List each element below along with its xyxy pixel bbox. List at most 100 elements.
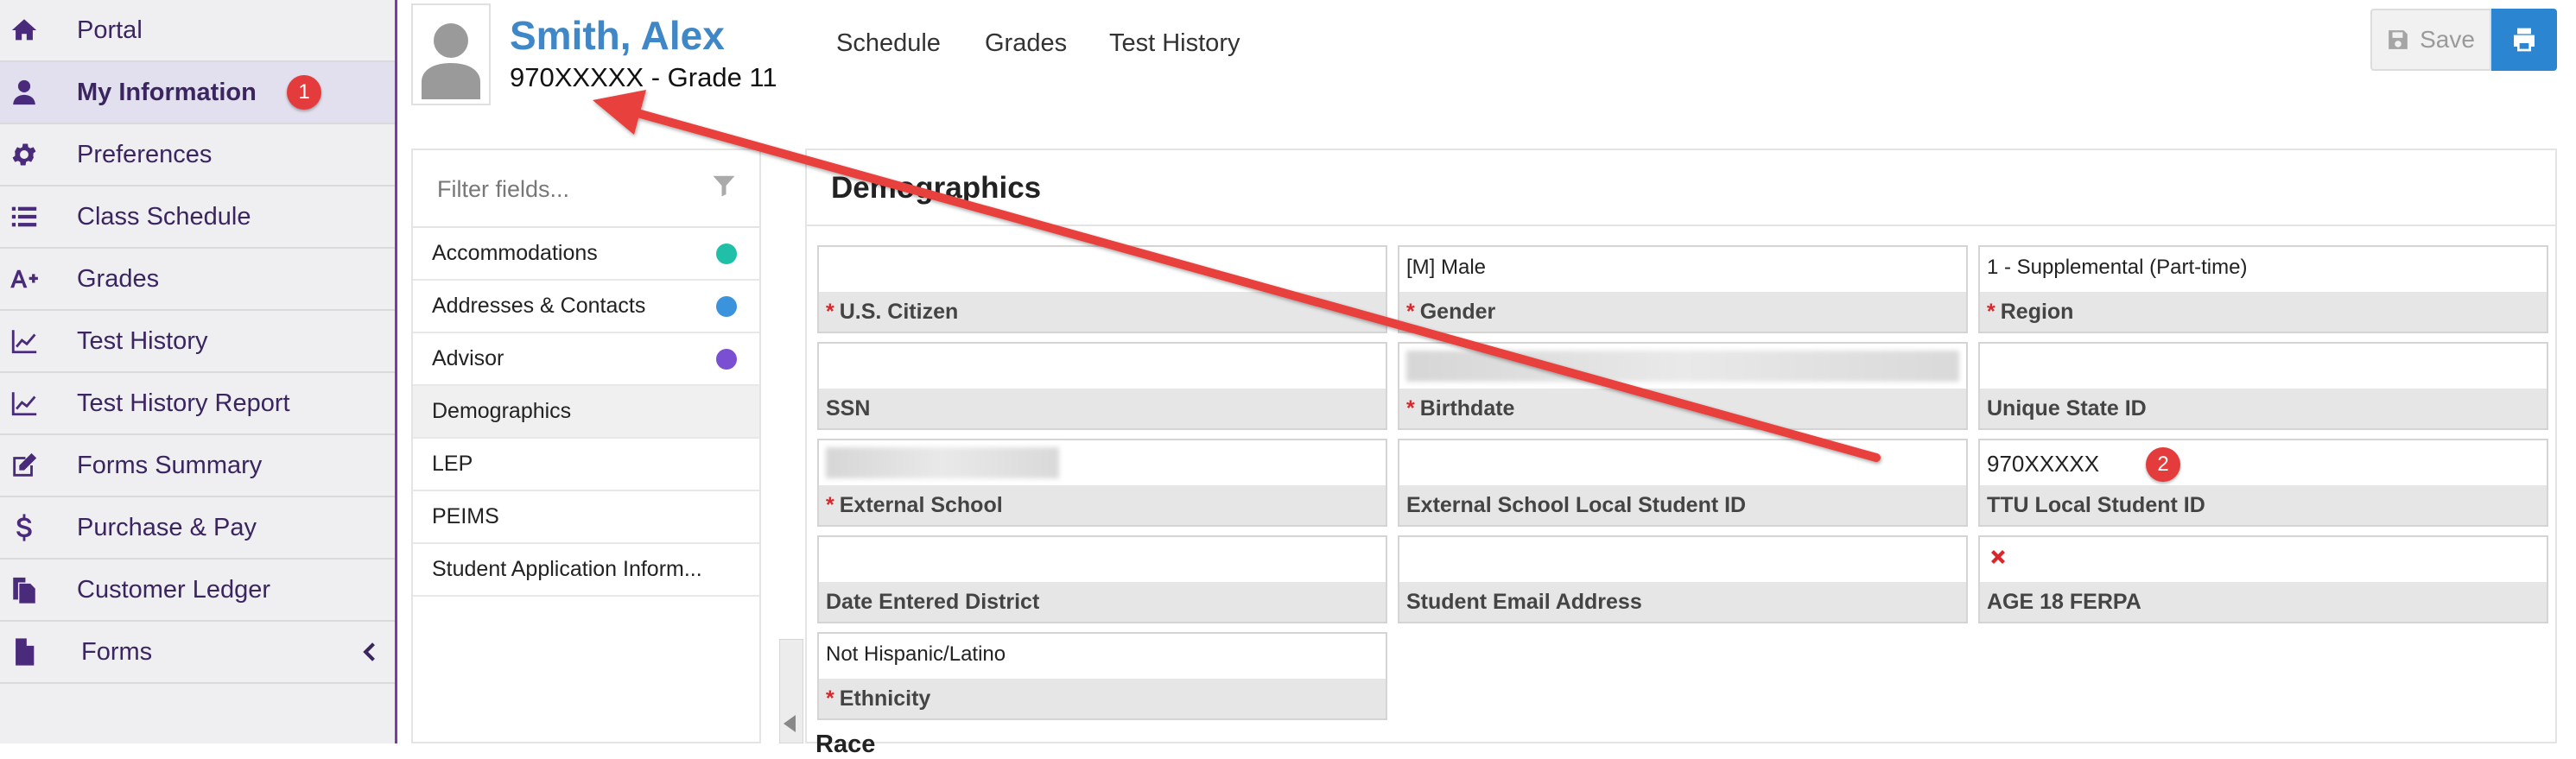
field-item-label: Addresses & Contacts (432, 294, 646, 318)
sidebar-item-label: Forms (81, 637, 153, 666)
field-item-label: PEIMS (432, 504, 499, 528)
field-date-entered-district[interactable]: Date Entered District (817, 535, 1387, 623)
student-name: Smith, Alex (510, 13, 725, 58)
filter-row (413, 150, 759, 228)
sidebar: Portal My Information 1 Preferences Clas… (0, 0, 397, 743)
race-section-title: Race (815, 731, 876, 758)
field-label: * External School (819, 485, 1386, 525)
sidebar-item-label: Purchase & Pay (77, 513, 257, 541)
field-item-addresses-contacts[interactable]: Addresses & Contacts (413, 281, 759, 333)
field-external-school-local-id[interactable]: External School Local Student ID (1398, 439, 1968, 527)
field-item-peims[interactable]: PEIMS (413, 491, 759, 544)
field-label: * U.S. Citizen (819, 292, 1386, 332)
field-ttu-local-student-id[interactable]: 970XXXXX TTU Local Student ID (1978, 439, 2548, 527)
close-x-icon (1989, 547, 2008, 566)
demographics-title: Demographics (831, 171, 1042, 205)
field-item-accommodations[interactable]: Accommodations (413, 228, 759, 281)
gear-icon (9, 139, 40, 170)
field-item-label: LEP (432, 452, 473, 476)
status-dot (716, 348, 737, 370)
annotation-badge: 2 (2146, 447, 2180, 482)
sidebar-item-label: Customer Ledger (77, 575, 271, 604)
sidebar-item-grades[interactable]: Grades (0, 249, 395, 311)
field-label: SSN (819, 389, 1386, 428)
list-icon (9, 201, 40, 232)
user-icon (9, 77, 40, 108)
sidebar-item-forms[interactable]: Forms (0, 622, 395, 684)
field-item-label: Demographics (432, 399, 572, 423)
field-item-lep[interactable]: LEP (413, 439, 759, 491)
field-value: 970XXXXX (1987, 451, 2100, 477)
field-value: 1 - Supplemental (Part-time) (1987, 256, 2248, 279)
file-icon (9, 636, 40, 667)
home-icon (9, 15, 40, 46)
sidebar-item-preferences[interactable]: Preferences (0, 124, 395, 187)
filter-fields-input[interactable] (435, 168, 712, 211)
field-region[interactable]: 1 - Supplemental (Part-time) * Region (1978, 245, 2548, 333)
field-external-school[interactable]: * External School (817, 439, 1387, 527)
field-student-email[interactable]: Student Email Address (1398, 535, 1968, 623)
sidebar-item-label: Grades (77, 264, 160, 293)
floppy-icon (2389, 30, 2408, 49)
field-list-panel: Accommodations Addresses & Contacts Advi… (411, 149, 761, 743)
field-us-citizen[interactable]: * U.S. Citizen (817, 245, 1387, 333)
tab-test-history[interactable]: Test History (1109, 29, 1240, 58)
save-label: Save (2420, 26, 2475, 53)
sidebar-item-label: My Information (77, 78, 257, 106)
sidebar-item-purchase-pay[interactable]: Purchase & Pay (0, 497, 395, 560)
caret-left-icon (784, 715, 796, 732)
tab-schedule[interactable]: Schedule (836, 29, 941, 58)
sidebar-item-label: Portal (77, 16, 143, 44)
field-item-label: Student Application Inform... (432, 557, 702, 581)
field-label: * Ethnicity (819, 679, 1386, 718)
sidebar-item-label: Forms Summary (77, 451, 263, 479)
dollar-icon (9, 512, 40, 543)
tab-grades[interactable]: Grades (985, 29, 1067, 58)
grade-icon (9, 263, 40, 294)
sidebar-item-class-schedule[interactable]: Class Schedule (0, 187, 395, 249)
student-id-grade: 970XXXXX - Grade 11 (510, 62, 777, 92)
field-birthdate[interactable]: * Birthdate (1398, 342, 1968, 430)
field-label: Student Email Address (1399, 582, 1966, 622)
field-value: Not Hispanic/Latino (826, 642, 1006, 666)
demographics-header: Demographics (807, 150, 2555, 226)
field-age-18-ferpa[interactable]: AGE 18 FERPA (1978, 535, 2548, 623)
sidebar-item-portal[interactable]: Portal (0, 0, 395, 62)
field-label: * Gender (1399, 292, 1966, 332)
field-ssn[interactable]: SSN (817, 342, 1387, 430)
sidebar-item-label: Test History (77, 326, 208, 355)
chevron-left-icon[interactable] (358, 640, 383, 664)
sidebar-item-my-information[interactable]: My Information 1 (0, 62, 395, 124)
annotation-badge: 1 (287, 75, 321, 110)
field-unique-state-id[interactable]: Unique State ID (1978, 342, 2548, 430)
sidebar-item-forms-summary[interactable]: Forms Summary (0, 435, 395, 497)
sidebar-item-customer-ledger[interactable]: Customer Ledger (0, 560, 395, 622)
field-label: External School Local Student ID (1399, 485, 1966, 525)
field-label: * Birthdate (1399, 389, 1966, 428)
sidebar-item-label: Test History Report (77, 389, 290, 417)
ledger-icon (9, 574, 40, 605)
field-ethnicity[interactable]: Not Hispanic/Latino * Ethnicity (817, 632, 1387, 720)
field-label: Unique State ID (1980, 389, 2547, 428)
field-item-demographics[interactable]: Demographics (413, 386, 759, 439)
field-item-label: Advisor (432, 346, 504, 370)
avatar (411, 3, 491, 105)
field-label: AGE 18 FERPA (1980, 582, 2547, 622)
sidebar-item-label: Preferences (77, 140, 213, 168)
field-gender[interactable]: [M] Male * Gender (1398, 245, 1968, 333)
sidebar-item-test-history-report[interactable]: Test History Report (0, 373, 395, 435)
demographics-panel: Demographics * U.S. Citizen [M] Male * Gen… (805, 149, 2557, 758)
filter-icon[interactable] (711, 173, 740, 202)
print-button[interactable] (2491, 9, 2557, 71)
status-dot (716, 295, 737, 317)
redacted-value (826, 447, 1059, 478)
field-label: * Region (1980, 292, 2547, 332)
chart-line-icon (9, 326, 40, 357)
field-item-advisor[interactable]: Advisor (413, 333, 759, 386)
collapse-panel-handle[interactable] (779, 639, 803, 743)
sidebar-item-test-history[interactable]: Test History (0, 311, 395, 373)
field-label: TTU Local Student ID (1980, 485, 2547, 525)
field-item-student-application[interactable]: Student Application Inform... (413, 544, 759, 597)
save-button[interactable]: Save (2370, 9, 2491, 71)
field-item-label: Accommodations (432, 241, 598, 265)
